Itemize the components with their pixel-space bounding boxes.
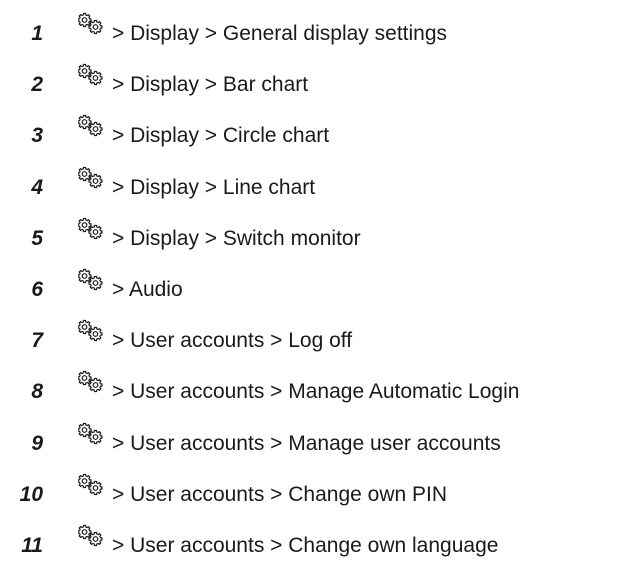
gears-icon	[78, 115, 103, 137]
gears-icon	[78, 524, 103, 546]
gears-icon	[78, 422, 103, 444]
item-number: 9	[31, 431, 43, 455]
item-number: 6	[31, 277, 43, 301]
menu-path-text: > User accounts > Log off	[112, 329, 353, 353]
list-item: 3 > Display > Circle chart	[0, 112, 633, 163]
gears-icon	[78, 217, 103, 239]
list-item: 9 > User accounts > Manage user accounts	[0, 420, 633, 471]
menu-path-text: > Display > Line chart	[112, 175, 316, 199]
list-item: 2 > Display > Bar chart	[0, 61, 633, 112]
list-item: 6 > Audio	[0, 266, 633, 317]
gears-icon	[78, 473, 103, 495]
item-number: 10	[19, 482, 43, 506]
gears-icon	[78, 166, 103, 188]
item-number: 1	[31, 22, 43, 45]
menu-path-text: > Audio	[112, 277, 183, 301]
menu-path-text: > Display > Circle chart	[112, 124, 330, 148]
item-number: 2	[31, 73, 43, 97]
menu-path-list: 1 > Display > General display settings 2…	[0, 10, 633, 573]
item-number: 7	[31, 329, 43, 353]
item-number: 5	[31, 226, 43, 250]
list-item: 7 > User accounts > Log off	[0, 317, 633, 368]
list-item: 4 > Display > Line chart	[0, 164, 633, 215]
gears-icon	[78, 320, 103, 342]
gears-icon	[78, 64, 103, 86]
list-item: 8 > User accounts > Manage Automatic Log…	[0, 368, 633, 419]
list-item: 5 > Display > Switch monitor	[0, 215, 633, 266]
menu-path-text: > User accounts > Change own PIN	[112, 482, 448, 506]
menu-path-text: > Display > Switch monitor	[112, 226, 361, 250]
item-number: 3	[31, 124, 43, 148]
list-item: 1 > Display > General display settings	[0, 10, 633, 61]
item-number: 4	[31, 175, 43, 199]
gears-icon	[78, 371, 103, 393]
gears-icon	[78, 12, 103, 35]
menu-path-text: > User accounts > Change own language	[112, 533, 499, 557]
list-item: 10 > User accounts > Change own PIN	[0, 471, 633, 522]
menu-path-text: > User accounts > Manage user accounts	[112, 431, 501, 455]
menu-path-text: > Display > Bar chart	[112, 73, 309, 97]
list-item: 11 > User accounts > Change own language	[0, 522, 633, 573]
item-number: 8	[31, 380, 43, 404]
item-number: 11	[21, 533, 43, 557]
menu-path-text: > User accounts > Manage Automatic Login	[112, 380, 520, 404]
menu-path-text: > Display > General display settings	[112, 22, 448, 45]
gears-icon	[78, 268, 103, 291]
